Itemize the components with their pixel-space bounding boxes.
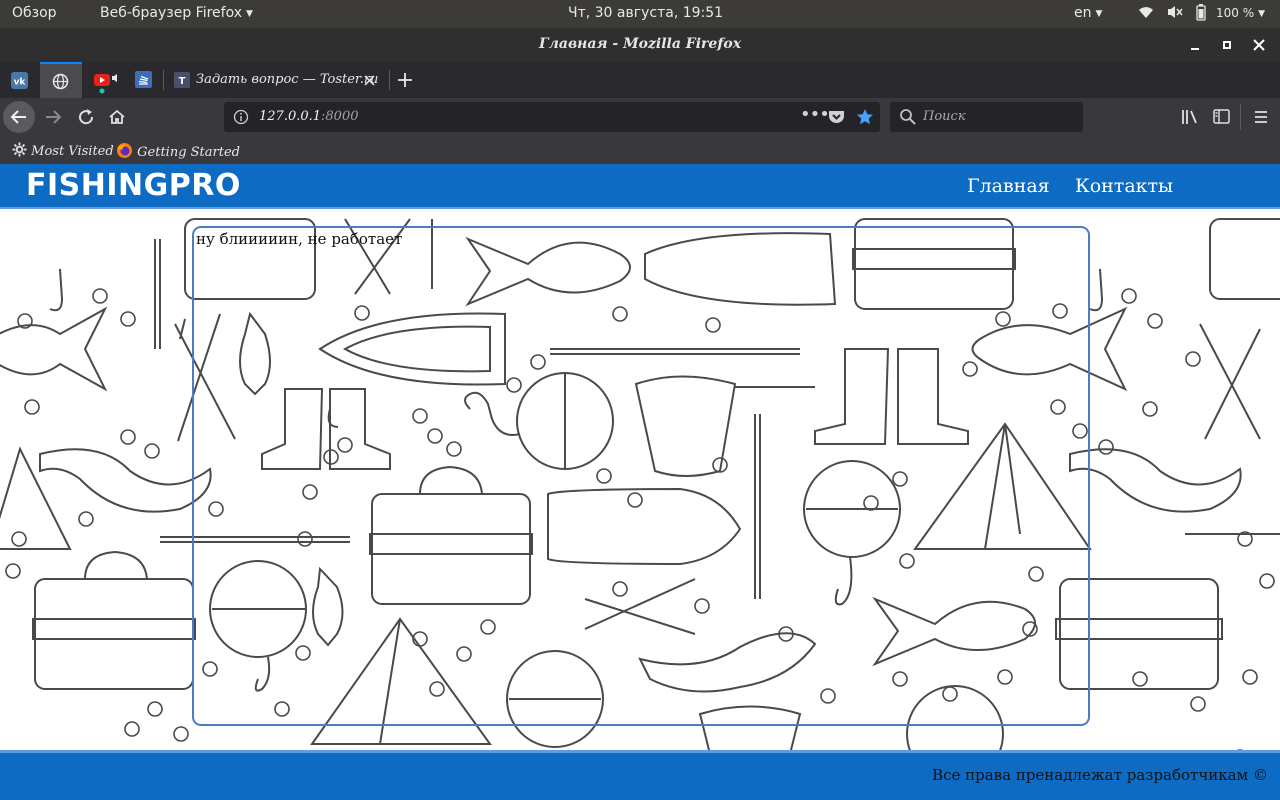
reload-icon[interactable] bbox=[77, 108, 95, 126]
minimize-button[interactable] bbox=[1186, 36, 1204, 54]
maximize-icon bbox=[1223, 41, 1231, 49]
page-viewport: FISHINGPRO Главная Контакты ну блииииин,… bbox=[0, 164, 1280, 800]
url-bar[interactable]: 127.0.0.1:8000 ••• bbox=[224, 102, 880, 132]
tab-youtube[interactable] bbox=[84, 62, 124, 98]
tab-stackoverflow[interactable] bbox=[126, 62, 162, 98]
navigation-toolbar: 127.0.0.1:8000 ••• Поиск bbox=[0, 98, 1280, 138]
bookmark-most-visited[interactable]: Most Visited bbox=[12, 142, 114, 159]
tab-vk[interactable]: vk bbox=[0, 62, 40, 98]
sidebar-icon[interactable] bbox=[1213, 109, 1231, 125]
url-port: :8000 bbox=[321, 109, 359, 124]
globe-icon bbox=[52, 73, 69, 90]
toolbar-separator bbox=[1240, 104, 1241, 130]
youtube-icon bbox=[94, 74, 117, 94]
hamburger-menu-icon[interactable] bbox=[1253, 109, 1269, 125]
tab-toster[interactable]: T Задать вопрос — Toster.ru bbox=[166, 62, 388, 98]
site-header: FISHINGPRO Главная Контакты bbox=[0, 164, 1280, 209]
app-menu-label: Веб-браузер Firefox bbox=[100, 5, 243, 21]
back-button[interactable] bbox=[3, 101, 35, 133]
content-card: ну блииииин, не работает bbox=[192, 226, 1090, 726]
svg-text:T: T bbox=[179, 76, 186, 87]
card-text: ну блииииин, не работает bbox=[196, 230, 403, 248]
nav-link-home[interactable]: Главная bbox=[967, 175, 1050, 197]
search-icon bbox=[900, 109, 916, 125]
caret-down-icon: ▼ bbox=[246, 9, 253, 19]
home-icon[interactable] bbox=[108, 108, 126, 126]
firefox-icon bbox=[117, 143, 132, 158]
new-tab-button[interactable] bbox=[392, 62, 418, 98]
caret-down-icon: ▼ bbox=[1258, 9, 1266, 19]
battery-icon[interactable] bbox=[1196, 4, 1206, 25]
bookmark-most-visited-label: Most Visited bbox=[31, 144, 114, 159]
battery-label: 100 % bbox=[1216, 6, 1255, 20]
caret-down-icon: ▼ bbox=[1095, 9, 1103, 19]
svg-text:vk: vk bbox=[14, 78, 27, 88]
toster-icon: T bbox=[174, 72, 190, 88]
forward-arrow-icon[interactable] bbox=[44, 108, 62, 126]
stackoverflow-icon bbox=[135, 71, 152, 88]
info-icon[interactable] bbox=[233, 109, 249, 125]
vk-icon: vk bbox=[11, 72, 28, 89]
site-footer: Все права пренадлежат разработчикам © bbox=[0, 750, 1280, 800]
back-arrow-icon bbox=[10, 110, 26, 124]
clock[interactable]: Чт, 30 августа, 19:51 bbox=[568, 5, 723, 21]
window-titlebar[interactable]: Главная - Mozilla Firefox bbox=[0, 28, 1280, 62]
search-placeholder: Поиск bbox=[923, 109, 966, 124]
tab-separator bbox=[389, 70, 390, 90]
url-host: 127.0.0.1 bbox=[259, 109, 322, 124]
pocket-icon[interactable] bbox=[828, 109, 845, 125]
page-actions-icon[interactable]: ••• bbox=[800, 104, 830, 125]
url-text: 127.0.0.1:8000 bbox=[259, 109, 359, 124]
maximize-button[interactable] bbox=[1218, 36, 1236, 54]
plus-icon bbox=[398, 73, 412, 87]
search-bar[interactable]: Поиск bbox=[890, 102, 1083, 132]
bookmark-getting-started[interactable]: Getting Started bbox=[116, 142, 240, 160]
language-label: en bbox=[1074, 5, 1092, 21]
bookmark-star-icon[interactable] bbox=[856, 108, 874, 126]
footer-copyright: Все права пренадлежат разработчикам © bbox=[932, 766, 1268, 784]
bookmark-getting-started-label: Getting Started bbox=[137, 145, 240, 160]
library-icon[interactable] bbox=[1181, 109, 1199, 125]
wifi-icon[interactable] bbox=[1138, 4, 1154, 24]
window-title: Главная - Mozilla Firefox bbox=[538, 36, 742, 52]
volume-muted-icon[interactable] bbox=[1166, 4, 1184, 24]
bookmarks-toolbar: Most Visited Getting Started bbox=[0, 138, 1280, 164]
app-menu[interactable]: Веб-браузер Firefox ▼ bbox=[100, 5, 253, 21]
os-top-panel: Обзор Веб-браузер Firefox ▼ Чт, 30 август… bbox=[0, 0, 1280, 28]
close-icon bbox=[1253, 39, 1265, 51]
site-logo[interactable]: FISHINGPRO bbox=[26, 168, 241, 203]
gear-icon bbox=[12, 142, 27, 157]
minimize-icon bbox=[1191, 48, 1199, 50]
tab-separator bbox=[163, 70, 164, 90]
close-tab-icon[interactable] bbox=[364, 75, 375, 86]
nav-link-contacts[interactable]: Контакты bbox=[1075, 175, 1173, 197]
language-indicator[interactable]: en ▼ bbox=[1074, 5, 1102, 21]
tab-toster-label: Задать вопрос — Toster.ru bbox=[196, 72, 379, 87]
tab-current[interactable] bbox=[40, 62, 82, 98]
tab-strip: vk T Задать вопрос — Toster.ru bbox=[0, 62, 1280, 98]
activities-button[interactable]: Обзор bbox=[12, 5, 57, 21]
close-window-button[interactable] bbox=[1250, 36, 1268, 54]
battery-percent[interactable]: 100 % ▼ bbox=[1216, 6, 1265, 20]
